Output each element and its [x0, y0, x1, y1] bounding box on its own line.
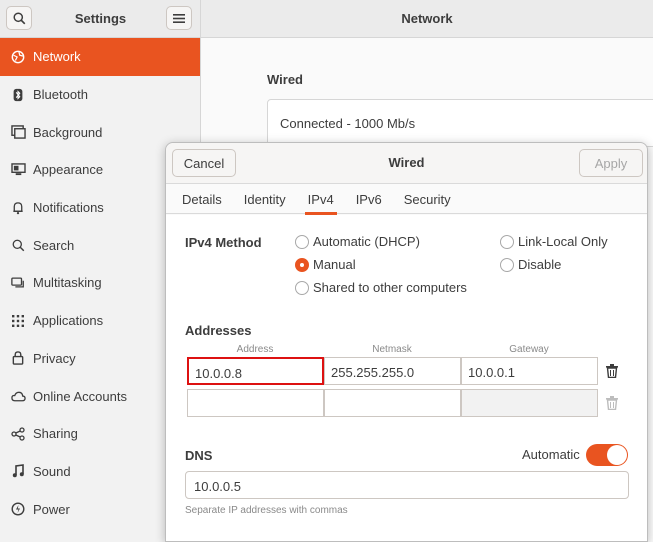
radio-indicator	[500, 257, 514, 272]
dns-input[interactable]: 10.0.0.5	[185, 471, 629, 499]
radio-disable[interactable]: Disable	[500, 257, 561, 272]
lock-icon	[10, 350, 26, 366]
radio-manual[interactable]: Manual	[295, 257, 356, 272]
panel-title: Network	[201, 0, 653, 38]
grid-icon	[10, 313, 26, 329]
column-header-gateway: Gateway	[509, 344, 549, 355]
sidebar-header: Settings	[0, 0, 200, 38]
sidebar-item-label: Online Accounts	[33, 388, 127, 404]
netmask-input[interactable]	[324, 389, 461, 417]
menu-button[interactable]	[166, 6, 192, 30]
ipv4-content: IPv4 Method Automatic (DHCP) Manual Shar…	[166, 215, 647, 541]
sidebar-item-label: Sound	[33, 463, 71, 479]
dns-automatic-toggle[interactable]	[586, 444, 628, 466]
connection-status: Connected - 1000 Mb/s	[280, 116, 416, 131]
wired-connection-row[interactable]: Connected - 1000 Mb/s	[267, 99, 653, 147]
sidebar-item-label: Network	[33, 49, 81, 65]
radio-label: Disable	[518, 257, 562, 272]
dns-hint: Separate IP addresses with commas	[185, 505, 348, 516]
search-icon	[10, 237, 26, 253]
addresses-label: Addresses	[185, 323, 252, 338]
sidebar-item-network[interactable]: Network	[0, 38, 200, 76]
gateway-input[interactable]: 10.0.0.1	[461, 357, 598, 385]
radio-indicator	[295, 280, 309, 295]
radio-label: Manual	[313, 257, 356, 272]
gateway-input[interactable]	[461, 389, 598, 417]
delete-address-button[interactable]	[598, 357, 626, 385]
music-icon	[10, 463, 26, 479]
radio-indicator	[295, 234, 309, 249]
dialog-header: Cancel Wired Apply	[166, 143, 647, 184]
radio-automatic-dhcp[interactable]: Automatic (DHCP)	[295, 234, 420, 249]
tab-details[interactable]: Details	[171, 184, 233, 214]
network-icon	[10, 49, 26, 65]
dns-label: DNS	[185, 448, 213, 463]
background-icon	[10, 124, 26, 140]
toggle-knob	[607, 445, 627, 465]
radio-label: Shared to other computers	[313, 280, 467, 295]
radio-indicator	[500, 234, 514, 249]
column-header-netmask: Netmask	[372, 344, 412, 355]
tab-security[interactable]: Security	[393, 184, 462, 214]
dns-automatic-label: Automatic	[522, 447, 580, 462]
power-icon	[10, 501, 26, 517]
dialog-tabs: Details Identity IPv4 IPv6 Security	[166, 184, 647, 215]
wired-settings-dialog: Cancel Wired Apply Details Identity IPv4…	[165, 142, 648, 542]
ipv4-method-label: IPv4 Method	[185, 235, 262, 250]
sidebar-item-label: Power	[33, 501, 70, 517]
address-input[interactable]	[187, 389, 324, 417]
radio-shared[interactable]: Shared to other computers	[295, 280, 467, 295]
address-input[interactable]: 10.0.0.8	[187, 357, 324, 385]
radio-label: Automatic (DHCP)	[313, 234, 420, 249]
bluetooth-icon	[10, 87, 26, 103]
sidebar-item-label: Background	[33, 124, 103, 140]
wired-section-title: Wired	[267, 72, 303, 87]
sidebar-item-label: Search	[33, 237, 75, 253]
dialog-title: Wired	[388, 155, 425, 170]
trash-icon	[606, 364, 618, 378]
radio-link-local[interactable]: Link-Local Only	[500, 234, 608, 249]
sidebar-item-label: Multitasking	[33, 275, 102, 291]
sidebar-item-label: Applications	[33, 313, 104, 329]
appearance-icon	[10, 162, 26, 178]
sidebar-item-bluetooth[interactable]: Bluetooth	[0, 76, 200, 114]
apply-button[interactable]: Apply	[579, 149, 643, 177]
sidebar-item-label: Sharing	[33, 426, 78, 442]
tab-ipv4[interactable]: IPv4	[297, 184, 345, 215]
column-header-address: Address	[236, 344, 274, 355]
radio-indicator	[295, 257, 309, 272]
radio-label: Link-Local Only	[518, 234, 608, 249]
bell-icon	[10, 200, 26, 216]
share-icon	[10, 426, 26, 442]
multitasking-icon	[10, 275, 26, 291]
netmask-input[interactable]: 255.255.255.0	[324, 357, 461, 385]
sidebar-item-label: Privacy	[33, 350, 76, 366]
sidebar-item-label: Appearance	[33, 162, 104, 178]
hamburger-icon	[173, 13, 185, 23]
delete-address-button[interactable]	[598, 389, 626, 417]
sidebar-item-label: Notifications	[33, 200, 104, 216]
tab-identity[interactable]: Identity	[233, 184, 297, 214]
tab-ipv6[interactable]: IPv6	[345, 184, 393, 214]
trash-icon	[606, 396, 618, 410]
sidebar-item-label: Bluetooth	[33, 87, 88, 103]
cloud-icon	[10, 388, 26, 404]
